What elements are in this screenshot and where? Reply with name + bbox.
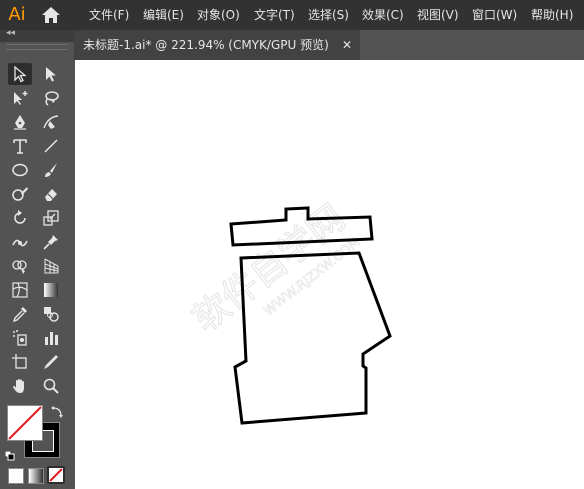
shape-builder-tool-icon[interactable] [8,255,32,277]
hand-tool-icon[interactable] [8,375,32,397]
menu-type[interactable]: 文字(T) [254,0,295,30]
swap-fill-stroke-icon[interactable] [50,404,64,418]
menu-bar: Ai 文件(F) 编辑(E) 对象(O) 文字(T) 选择(S) 效果(C) 视… [0,0,584,30]
column-graph-tool-icon[interactable] [39,327,63,349]
close-tab-icon[interactable]: ✕ [342,30,352,60]
panel-grip[interactable] [6,44,68,50]
menu-file[interactable]: 文件(F) [89,0,129,30]
menu-edit[interactable]: 编辑(E) [143,0,184,30]
blend-tool-icon[interactable] [39,303,63,325]
selection-tool-icon[interactable] [8,63,32,85]
app-logo: Ai [8,4,26,25]
artboard-canvas[interactable]: 软件自学网 WWW.RJZXW.COM [75,60,584,489]
gradient-mode-button[interactable] [28,468,44,484]
menu-effect[interactable]: 效果(C) [362,0,404,30]
ellipse-tool-icon[interactable] [8,159,32,181]
menu-window[interactable]: 窗口(W) [472,0,517,30]
line-segment-tool-icon[interactable] [39,135,63,157]
default-colors-icon[interactable] [4,446,15,461]
panel-header: ◂◂ [0,28,74,42]
magic-wand-tool-icon[interactable] [8,87,32,109]
mesh-tool-icon[interactable] [8,279,32,301]
tools-panel: ◂◂ [0,28,74,489]
puppet-warp-tool-icon[interactable] [39,231,63,253]
rotate-tool-icon[interactable] [8,207,32,229]
color-mode-button[interactable] [8,468,24,484]
artboard-tool-icon[interactable] [8,351,32,373]
zoom-tool-icon[interactable] [39,375,63,397]
collapse-panel-icon[interactable]: ◂◂ [6,28,15,38]
gradient-tool-icon[interactable] [39,279,63,301]
paintbrush-tool-icon[interactable] [39,159,63,181]
shaper-tool-icon[interactable] [8,183,32,205]
fill-swatch[interactable] [7,405,43,441]
eraser-tool-icon[interactable] [39,183,63,205]
slice-tool-icon[interactable] [39,351,63,373]
symbol-sprayer-tool-icon[interactable] [8,327,32,349]
menu-help[interactable]: 帮助(H) [531,0,573,30]
document-tab-title: 未标题-1.ai* @ 221.94% (CMYK/GPU 预览) [83,38,329,52]
document-tab-strip: 未标题-1.ai* @ 221.94% (CMYK/GPU 预览) ✕ [74,30,584,60]
width-tool-icon[interactable] [8,231,32,253]
home-icon[interactable] [40,5,62,25]
pen-tool-icon[interactable] [8,111,32,133]
type-tool-icon[interactable] [8,135,32,157]
perspective-grid-tool-icon[interactable] [39,255,63,277]
menu-select[interactable]: 选择(S) [308,0,349,30]
menu-object[interactable]: 对象(O) [197,0,240,30]
curvature-tool-icon[interactable] [39,111,63,133]
menu-view[interactable]: 视图(V) [417,0,459,30]
scale-tool-icon[interactable] [39,207,63,229]
eyedropper-tool-icon[interactable] [8,303,32,325]
direct-selection-tool-icon[interactable] [39,63,63,85]
none-mode-button[interactable] [47,466,65,484]
lasso-tool-icon[interactable] [39,87,63,109]
document-tab[interactable]: 未标题-1.ai* @ 221.94% (CMYK/GPU 预览) ✕ [74,30,360,60]
